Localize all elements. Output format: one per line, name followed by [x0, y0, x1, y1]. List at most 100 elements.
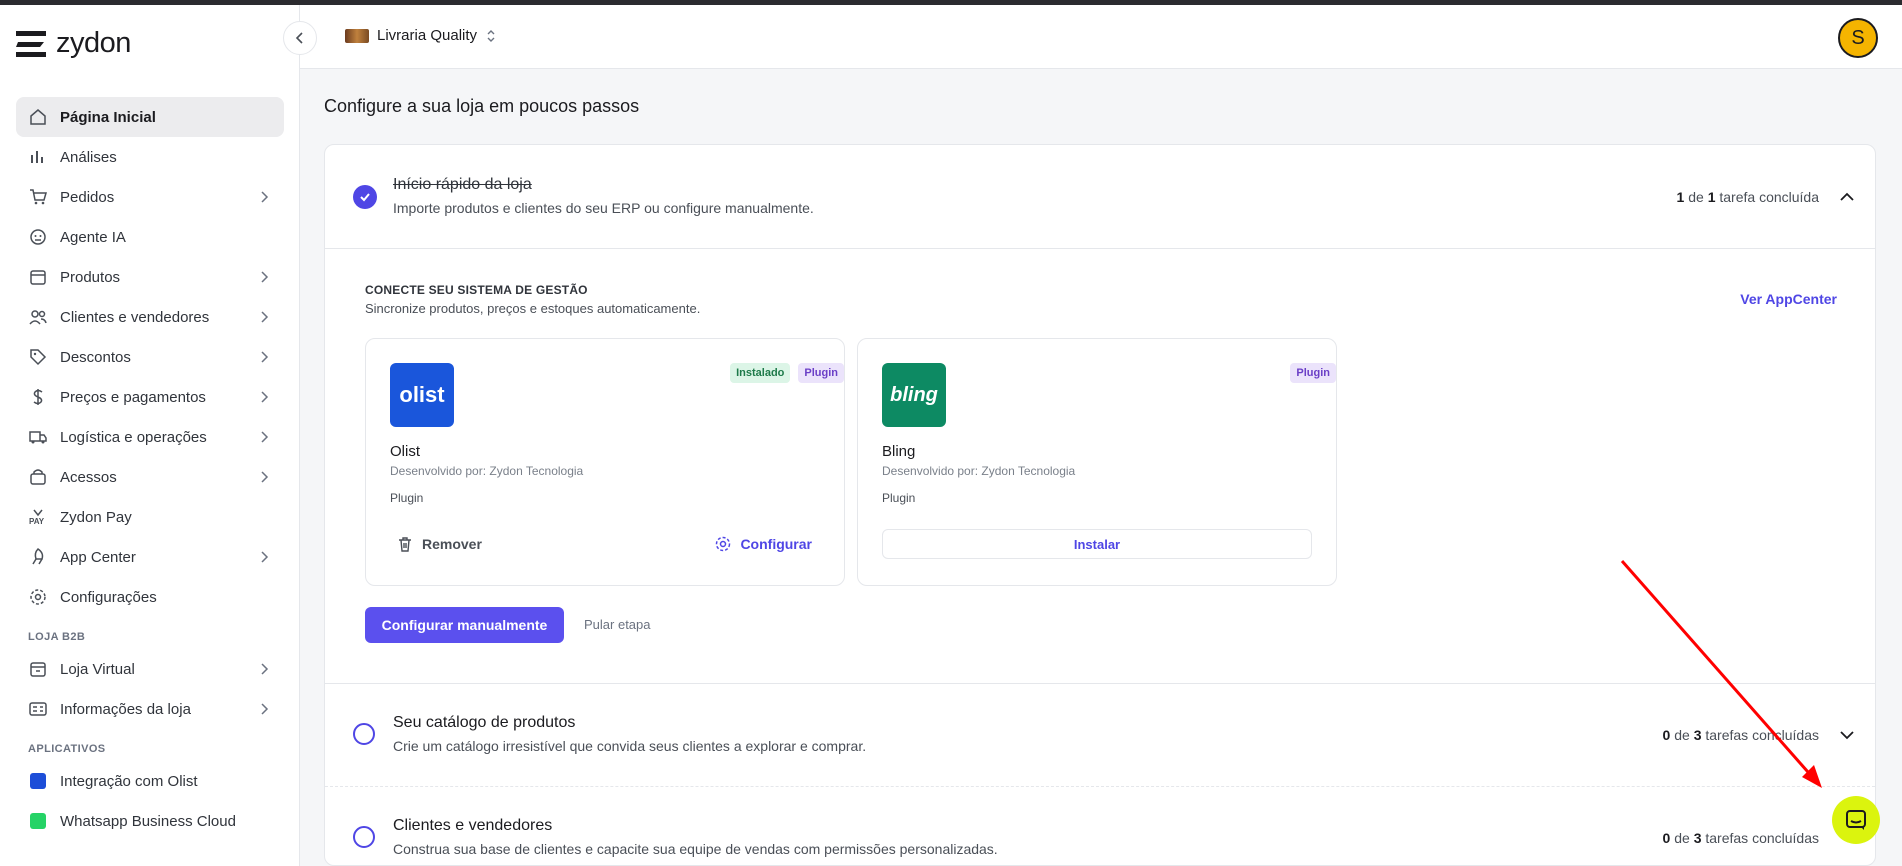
sidebar-item-label: Informações da loja	[60, 700, 191, 718]
sidebar-item-label: Descontos	[60, 348, 131, 366]
step-title: Seu catálogo de produtos	[393, 714, 576, 731]
sidebar-item-clientes-e-vendedores[interactable]: Clientes e vendedores	[16, 297, 284, 337]
cart-icon	[28, 187, 48, 207]
sidebar-item-label: Configurações	[60, 588, 157, 606]
step-catalog-header[interactable]: Seu catálogo de produtos Crie um catálog…	[325, 683, 1875, 787]
sidebar-item-pagina-inicial[interactable]: Página Inicial	[16, 97, 284, 137]
sidebar-item-integracao-com-olist[interactable]: Integração com Olist	[16, 761, 284, 801]
plugin-name: Bling	[882, 443, 916, 460]
support-chat-button[interactable]	[1832, 796, 1880, 844]
rocket-icon	[28, 547, 48, 567]
box-icon	[28, 267, 48, 287]
configure-plugin-button[interactable]: Configurar	[714, 535, 812, 553]
sidebar-section-title: APLICATIVOS	[28, 743, 106, 755]
sidebar-item-loja-virtual[interactable]: Loja Virtual	[16, 649, 284, 689]
step-progress: 0 de 3 tarefas concluídas	[1662, 830, 1819, 846]
plugin-name: Olist	[390, 443, 420, 460]
pay-icon: PAY	[28, 507, 48, 527]
sidebar-item-zydon-pay[interactable]: PAY Zydon Pay	[16, 497, 284, 537]
app-name: zydon	[56, 27, 131, 59]
bot-icon	[28, 227, 48, 247]
empty-circle-icon	[353, 826, 375, 848]
empty-circle-icon	[353, 723, 375, 745]
sidebar-item-analises[interactable]: Análises	[16, 137, 284, 177]
info-card-icon	[28, 699, 48, 719]
step-progress: 1 de 1 tarefa concluída	[1676, 189, 1819, 205]
sidebar-section-title: LOJA B2B	[28, 631, 86, 643]
plugin-developer: Desenvolvido por: Zydon Tecnologia	[882, 464, 1076, 478]
sidebar-item-label: Agente IA	[60, 228, 126, 246]
svg-text:PAY: PAY	[29, 517, 45, 526]
configure-manually-button[interactable]: Configurar manualmente	[365, 607, 564, 643]
sidebar-item-label: Whatsapp Business Cloud	[60, 812, 236, 830]
sidebar-item-precos-e-pagamentos[interactable]: Preços e pagamentos	[16, 377, 284, 417]
store-thumbnail	[345, 28, 369, 43]
step-quick-start-header[interactable]: Início rápido da loja Importe produtos e…	[325, 145, 1875, 249]
collapse-sidebar-button[interactable]	[283, 21, 317, 55]
sidebar-item-label: Página Inicial	[60, 108, 156, 126]
install-plugin-button[interactable]: Instalar	[882, 529, 1312, 559]
sidebar-item-label: Loja Virtual	[60, 660, 135, 678]
store-switcher[interactable]: Livraria Quality	[345, 27, 497, 44]
step-title: Clientes e vendedores	[393, 817, 553, 834]
sidebar-item-label: Produtos	[60, 268, 121, 286]
sidebar-item-pedidos[interactable]: Pedidos	[16, 177, 284, 217]
sidebar-item-label: Preços e pagamentos	[60, 388, 206, 406]
plugin-badge: Plugin	[798, 363, 844, 383]
sidebar-item-informacoes-da-loja[interactable]: Informações da loja	[16, 689, 284, 729]
key-icon	[28, 467, 48, 487]
zydon-logo-icon	[16, 30, 46, 57]
plugin-badges: Instalado Plugin	[730, 363, 844, 383]
sidebar-item-agente-ia[interactable]: Agente IA	[16, 217, 284, 257]
sidebar-item-label: Pedidos	[60, 188, 115, 206]
view-appcenter-link[interactable]: Ver AppCenter	[1740, 291, 1837, 307]
sidebar-item-acessos[interactable]: Acessos	[16, 457, 284, 497]
sidebar-item-label: Zydon Pay	[60, 508, 132, 526]
bar-chart-icon	[28, 147, 48, 167]
step-progress: 0 de 3 tarefas concluídas	[1662, 727, 1819, 743]
chevron-right-icon	[261, 391, 269, 403]
sidebar-item-app-center[interactable]: App Center	[16, 537, 284, 577]
plugin-type: Plugin	[390, 491, 424, 505]
page-title: Configure a sua loja em poucos passos	[324, 96, 640, 116]
sidebar-item-label: Clientes e vendedores	[60, 308, 210, 326]
installed-badge: Instalado	[730, 363, 791, 383]
onboarding-card: Início rápido da loja Importe produtos e…	[324, 144, 1876, 866]
step-customers-header[interactable]: Clientes e vendedores Construa sua base …	[325, 786, 1875, 865]
skip-step-link[interactable]: Pular etapa	[584, 617, 651, 632]
chevron-down-icon[interactable]	[1837, 725, 1857, 745]
plugin-badges: Plugin	[1290, 363, 1336, 383]
gear-icon	[716, 536, 731, 552]
trash-icon	[399, 537, 411, 552]
chevron-up-icon[interactable]	[1837, 187, 1857, 207]
chevron-right-icon	[261, 351, 269, 363]
sidebar-item-descontos[interactable]: Descontos	[16, 337, 284, 377]
sidebar-item-produtos[interactable]: Produtos	[16, 257, 284, 297]
plugin-card-olist: olist Instalado Plugin Olist Desenvolvid…	[365, 338, 845, 586]
sidebar-item-label: App Center	[60, 548, 136, 566]
chat-icon	[1846, 810, 1866, 830]
user-avatar[interactable]: S	[1838, 18, 1878, 58]
tag-icon	[28, 347, 48, 367]
app-logo[interactable]: zydon	[16, 27, 131, 60]
step-description: Construa sua base de clientes e capacite…	[393, 841, 998, 857]
chevron-right-icon	[261, 191, 269, 203]
sidebar-item-label: Acessos	[60, 468, 117, 486]
users-icon	[28, 307, 48, 327]
remove-plugin-button[interactable]: Remover	[396, 535, 482, 553]
step-title: Início rápido da loja	[393, 176, 532, 193]
plugin-badge: Plugin	[1290, 363, 1336, 383]
gear-icon	[28, 587, 48, 607]
plugin-type: Plugin	[882, 491, 916, 505]
chevron-right-icon	[261, 271, 269, 283]
store-icon	[28, 659, 48, 679]
sidebar-item-label: Análises	[60, 148, 117, 166]
sidebar-item-whatsapp-business-cloud[interactable]: Whatsapp Business Cloud	[16, 801, 284, 841]
sidebar-item-configuracoes[interactable]: Configurações	[16, 577, 284, 617]
bling-logo: bling	[882, 363, 946, 427]
sidebar-item-label: Logística e operações	[60, 428, 207, 446]
store-name: Livraria Quality	[377, 27, 478, 44]
sidebar-item-logistica-e-operacoes[interactable]: Logística e operações	[16, 417, 284, 457]
chevron-right-icon	[261, 471, 269, 483]
plugin-card-bling: bling Plugin Bling Desenvolvido por: Zyd…	[857, 338, 1337, 586]
